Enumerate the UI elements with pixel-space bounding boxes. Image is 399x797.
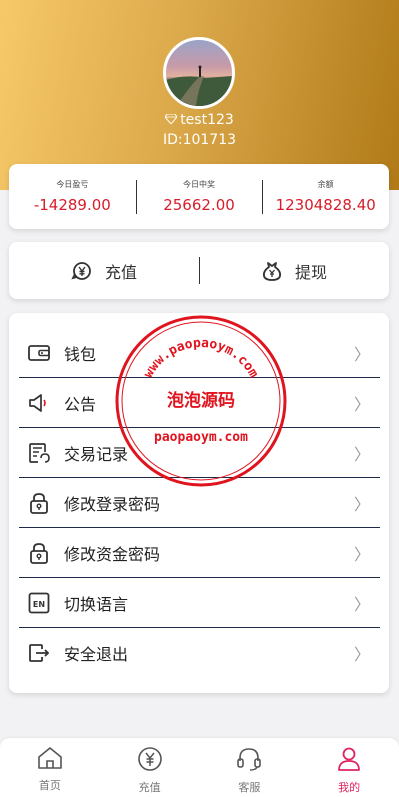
diamond-icon [164,111,178,129]
actions-card: 充值 提现 [9,242,389,299]
tab-home[interactable]: 首页 [0,738,100,797]
username: test123 [180,112,234,128]
stats-card: 今日盈亏 -14289.00 今日中奖 25662.00 余额 12304828… [9,164,389,229]
menu-label: 修改登录密码 [64,494,161,514]
user-icon [336,746,362,776]
language-en-icon: EN [27,591,51,615]
withdraw-button[interactable]: 提现 [199,242,389,299]
username-row: test123 [0,111,399,129]
menu-item-change-login-password[interactable]: 修改登录密码 〉 [19,478,380,528]
stat-value: -14289.00 [33,196,111,214]
chevron-right-icon: 〉 [353,494,370,514]
transaction-record-icon [27,441,51,465]
chevron-right-icon: 〉 [353,645,370,664]
lock-icon [27,491,51,515]
tab-label: 客服 [238,781,261,794]
lock-icon [27,541,51,565]
stat-value: 12304828.40 [275,196,376,214]
chevron-right-icon: 〉 [353,444,370,464]
chevron-right-icon: 〉 [353,394,370,414]
recharge-button[interactable]: 充值 [9,242,199,299]
chevron-right-icon: 〉 [353,544,370,564]
chevron-right-icon: 〉 [353,594,370,614]
menu-item-switch-language[interactable]: EN 切换语言 〉 [19,578,380,628]
menu-item-transactions[interactable]: 交易记录 〉 [19,428,380,478]
avatar[interactable] [163,37,235,109]
tab-label: 充值 [138,781,161,794]
user-id: ID:101713 [162,132,237,148]
stat-label: 今日盈亏 [56,180,89,189]
menu-card: 钱包 〉 公告 〉 交易记录 〉 修改登录密码 〉 修改资金密码 〉 EN 切换… [9,313,389,693]
menu-label: 交易记录 [64,444,129,464]
menu-item-logout[interactable]: 安全退出 〉 [19,628,380,678]
tab-label: 我的 [338,781,361,794]
tab-mine[interactable]: 我的 [299,738,399,797]
logout-icon [27,641,51,665]
chevron-right-icon: 〉 [353,344,370,364]
svg-text:EN: EN [33,600,45,609]
menu-label: 切换语言 [64,594,129,614]
headset-icon [236,746,262,776]
menu-label: 公告 [64,394,97,414]
stat-value: 25662.00 [163,196,235,214]
stat-label: 今日中奖 [183,180,215,189]
tab-recharge[interactable]: 充值 [100,738,200,797]
stat-label: 余额 [317,180,334,189]
yen-icon [137,746,163,776]
recharge-label: 充值 [104,262,137,282]
menu-item-change-fund-password[interactable]: 修改资金密码 〉 [19,528,380,578]
stat-balance: 余额 12304828.40 [262,164,389,229]
menu-item-wallet[interactable]: 钱包 〉 [19,328,380,378]
stat-today-profit: 今日盈亏 -14289.00 [9,164,136,229]
tab-support[interactable]: 客服 [200,738,300,797]
stat-today-winnings: 今日中奖 25662.00 [135,164,263,229]
menu-item-announcement[interactable]: 公告 〉 [19,378,380,428]
menu-label: 安全退出 [64,645,129,664]
bottom-tab-bar: 首页 充值 客服 我的 [0,738,399,797]
home-icon [37,746,63,774]
recharge-icon [71,260,93,282]
withdraw-label: 提现 [294,262,327,282]
money-bag-icon [261,260,283,282]
menu-label: 修改资金密码 [64,544,161,564]
wallet-icon [27,341,51,365]
menu-label: 钱包 [64,344,97,364]
megaphone-icon [27,391,51,415]
tab-label: 首页 [38,779,61,792]
